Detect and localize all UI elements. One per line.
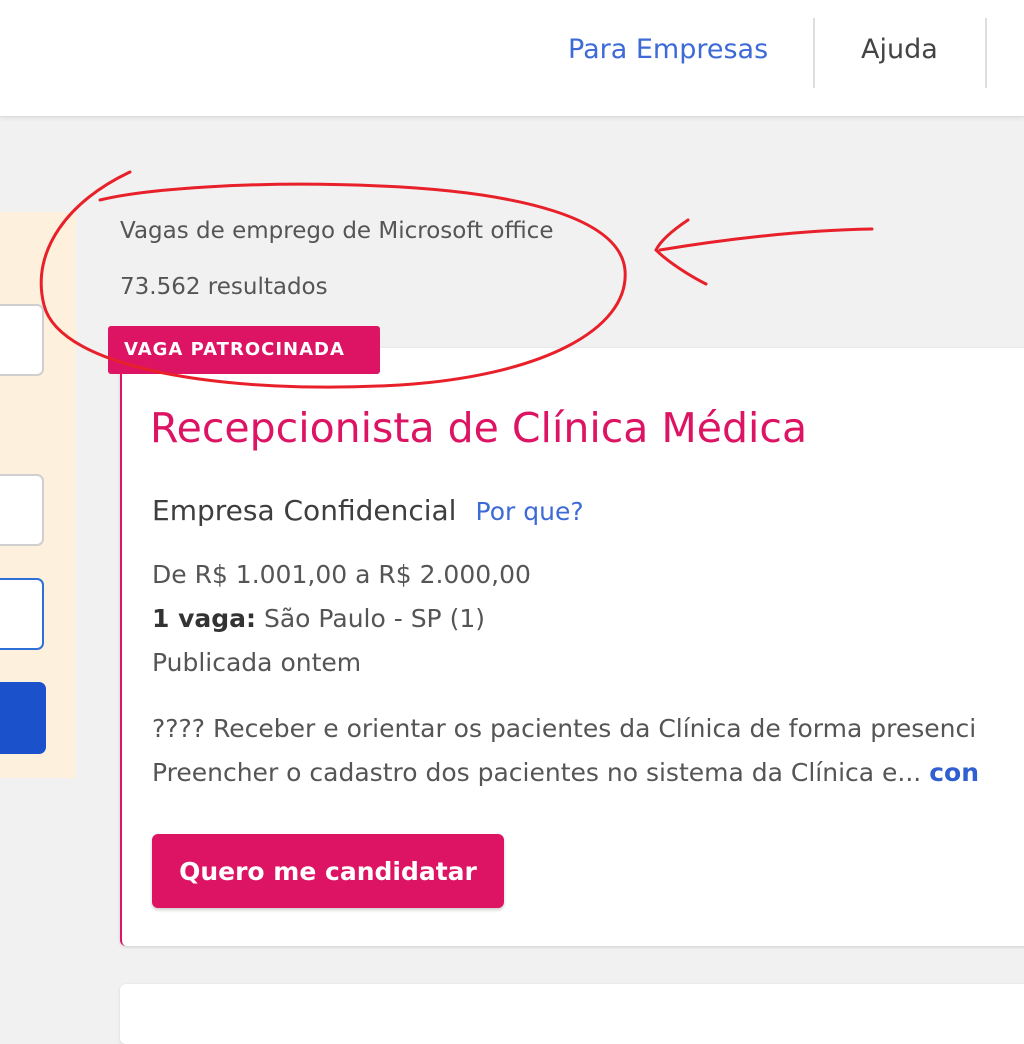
nav-divider bbox=[813, 18, 815, 88]
search-button[interactable] bbox=[0, 682, 46, 754]
job-title-link[interactable]: Recepcionista de Clínica Médica bbox=[150, 404, 807, 452]
search-filters-panel bbox=[0, 212, 76, 778]
annotation-arrow-head bbox=[654, 218, 708, 286]
apply-button[interactable]: Quero me candidatar bbox=[152, 834, 504, 908]
top-navigation-bar: Para Empresas Ajuda bbox=[0, 0, 1024, 117]
job-description-line: ???? Receber e orientar os pacientes da … bbox=[152, 714, 977, 743]
job-description-text: Preencher o cadastro dos pacientes no si… bbox=[152, 758, 922, 787]
annotation-arrow-shaft bbox=[658, 227, 874, 252]
vacancy-location: 1 vaga: São Paulo - SP (1) bbox=[152, 604, 485, 633]
salary-range: De R$ 1.001,00 a R$ 2.000,00 bbox=[152, 560, 531, 589]
published-date: Publicada ontem bbox=[152, 648, 362, 677]
next-job-card[interactable] bbox=[120, 984, 1024, 1044]
results-title: Vagas de emprego de Microsoft office bbox=[120, 218, 554, 244]
nav-divider bbox=[985, 18, 987, 88]
continue-reading-link[interactable]: con bbox=[929, 758, 979, 787]
company-row: Empresa Confidencial Por que? bbox=[152, 494, 584, 527]
results-count: 73.562 resultados bbox=[120, 274, 328, 300]
job-location: São Paulo - SP (1) bbox=[263, 604, 485, 633]
search-keyword-input[interactable] bbox=[0, 304, 44, 376]
job-description-line: Preencher o cadastro dos pacientes no si… bbox=[152, 758, 979, 787]
sponsored-badge: VAGA PATROCINADA bbox=[108, 326, 380, 374]
company-name: Empresa Confidencial bbox=[152, 494, 457, 527]
search-focused-input[interactable] bbox=[0, 578, 44, 650]
nav-link-para-empresas[interactable]: Para Empresas bbox=[568, 34, 768, 65]
vacancy-count: 1 vaga: bbox=[152, 604, 257, 633]
nav-link-ajuda[interactable]: Ajuda bbox=[861, 34, 938, 65]
why-confidential-link[interactable]: Por que? bbox=[476, 497, 584, 526]
search-location-input[interactable] bbox=[0, 474, 44, 546]
